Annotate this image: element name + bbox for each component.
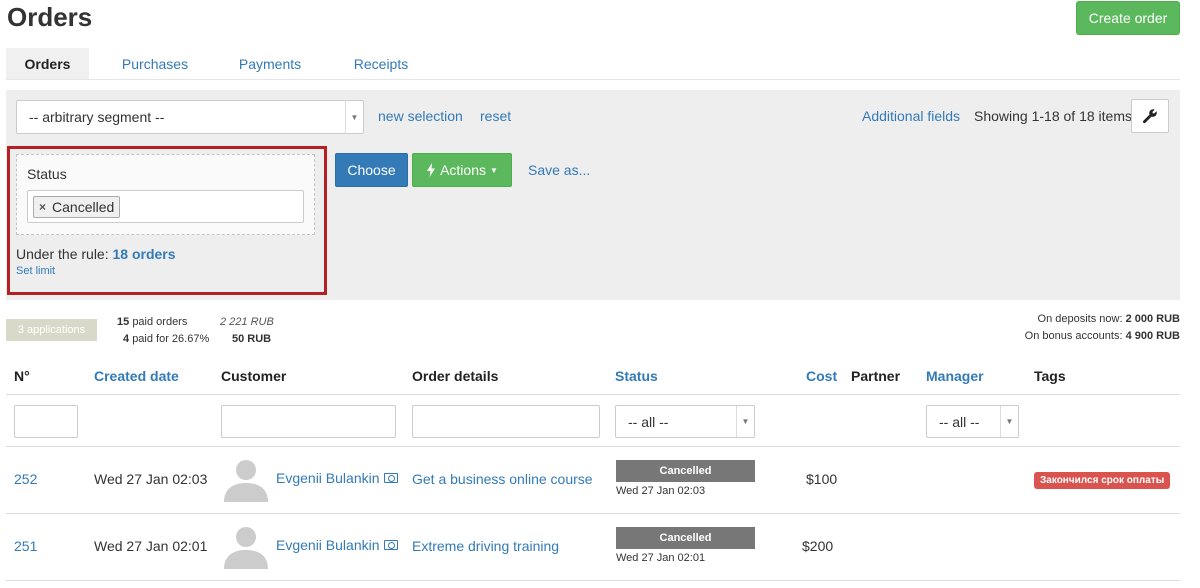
status-filter-select[interactable]: -- all -- ▼ <box>615 405 755 438</box>
status-filter-label: Status <box>27 166 67 182</box>
rule-prefix: Under the rule: <box>16 246 109 262</box>
number-filter-input[interactable] <box>14 405 78 438</box>
details-filter-input[interactable] <box>412 405 600 438</box>
additional-fields-link[interactable]: Additional fields <box>862 108 960 124</box>
col-header-details: Order details <box>412 368 499 384</box>
chevron-down-icon: ▼ <box>736 406 754 437</box>
segment-select[interactable]: -- arbitrary segment -- ▼ <box>16 100 364 134</box>
order-cost: $100 <box>806 471 838 487</box>
paid-label: paid orders <box>132 316 188 328</box>
create-order-button[interactable]: Create order <box>1076 1 1180 35</box>
status-date: Wed 27 Jan 02:03 <box>616 485 706 497</box>
tab-orders[interactable]: Orders <box>6 48 89 79</box>
partial-label: paid for 26.67% <box>132 333 210 345</box>
save-as-link[interactable]: Save as... <box>528 162 590 178</box>
actions-label: Actions <box>440 162 486 178</box>
divider <box>6 580 1180 581</box>
order-number-link[interactable]: 251 <box>14 538 37 554</box>
chevron-down-icon: ▼ <box>1000 406 1018 437</box>
order-created-date: Wed 27 Jan 02:01 <box>94 538 208 554</box>
page-title: Orders <box>7 2 93 32</box>
col-header-cost[interactable]: Cost <box>806 368 837 384</box>
customer-filter-input[interactable] <box>221 405 396 438</box>
bonus-value: 4 900 RUB <box>1125 330 1180 342</box>
col-header-customer: Customer <box>221 368 287 384</box>
partial-amount: 50 RUB <box>232 333 272 345</box>
divider <box>6 513 1180 514</box>
status-badge: Cancelled <box>616 527 755 549</box>
manager-filter-select[interactable]: -- all -- ▼ <box>926 405 1019 438</box>
deposits-stat: On deposits now: 2 000 RUB <box>1038 313 1180 325</box>
settings-button[interactable] <box>1131 99 1169 133</box>
customer-link[interactable]: Evgenii Bulankin <box>276 537 398 553</box>
col-header-created[interactable]: Created date <box>94 368 179 384</box>
col-header-number: N° <box>14 368 30 384</box>
paid-count: 15 <box>117 316 130 328</box>
new-selection-link[interactable]: new selection <box>378 108 463 124</box>
wrench-icon <box>1142 109 1157 124</box>
order-tag: Закончился срок оплаты <box>1034 472 1171 489</box>
bolt-icon <box>427 163 436 177</box>
user-silhouette-icon <box>224 527 268 569</box>
paid-orders-stat: 15 paid orders <box>117 316 187 328</box>
partial-count: 4 <box>123 333 130 345</box>
order-cost: $200 <box>802 538 834 554</box>
chip-remove-icon[interactable]: × <box>39 200 46 214</box>
choose-button[interactable]: Choose <box>335 153 408 187</box>
tab-payments[interactable]: Payments <box>224 48 316 79</box>
customer-name: Evgenii Bulankin <box>276 537 380 553</box>
col-header-status[interactable]: Status <box>615 368 658 384</box>
rule-count-link[interactable]: 18 orders <box>113 246 176 262</box>
tab-receipts[interactable]: Receipts <box>336 48 426 79</box>
rule-summary: Under the rule: 18 orders <box>16 246 176 262</box>
deposits-value: 2 000 RUB <box>1125 313 1180 325</box>
status-chip: × Cancelled <box>33 196 121 218</box>
order-details-link[interactable]: Get a business online course <box>412 471 593 487</box>
divider <box>6 446 1180 447</box>
paid-amount: 2 221 RUB <box>220 316 274 328</box>
actions-button[interactable]: Actions ▼ <box>412 153 512 187</box>
items-count-text: Showing 1-18 of 18 items. <box>974 108 1136 124</box>
manager-filter-value: -- all -- <box>939 414 980 430</box>
tab-purchases[interactable]: Purchases <box>106 48 204 79</box>
col-header-tags: Tags <box>1034 368 1066 384</box>
status-filter-value: -- all -- <box>628 414 669 430</box>
status-badge: Cancelled <box>616 460 755 482</box>
money-icon <box>383 473 398 483</box>
bonus-stat: On bonus accounts: 4 900 RUB <box>1025 330 1180 342</box>
reset-link[interactable]: reset <box>480 108 511 124</box>
status-date: Wed 27 Jan 02:01 <box>616 552 706 564</box>
col-header-manager[interactable]: Manager <box>926 368 984 384</box>
order-details-link[interactable]: Extreme driving training <box>412 538 559 554</box>
customer-name: Evgenii Bulankin <box>276 470 380 486</box>
user-silhouette-icon <box>224 460 268 502</box>
segment-select-value: -- arbitrary segment -- <box>29 109 165 125</box>
bonus-label: On bonus accounts: <box>1024 330 1123 342</box>
order-number-link[interactable]: 252 <box>14 471 37 487</box>
divider <box>6 394 1180 395</box>
status-chip-label: Cancelled <box>52 199 115 215</box>
partial-paid-stat: 4 paid for 26.67% <box>123 333 209 345</box>
customer-link[interactable]: Evgenii Bulankin <box>276 470 398 486</box>
deposits-label: On deposits now: <box>1037 313 1123 325</box>
caret-down-icon: ▼ <box>490 165 498 175</box>
order-created-date: Wed 27 Jan 02:03 <box>94 471 208 487</box>
tab-bar: Orders Purchases Payments Receipts <box>6 48 1180 80</box>
set-limit-link[interactable]: Set limit <box>16 265 55 277</box>
chevron-down-icon: ▼ <box>345 101 363 133</box>
money-icon <box>383 540 398 550</box>
applications-badge: 3 applications <box>6 319 97 341</box>
col-header-partner: Partner <box>851 368 901 384</box>
